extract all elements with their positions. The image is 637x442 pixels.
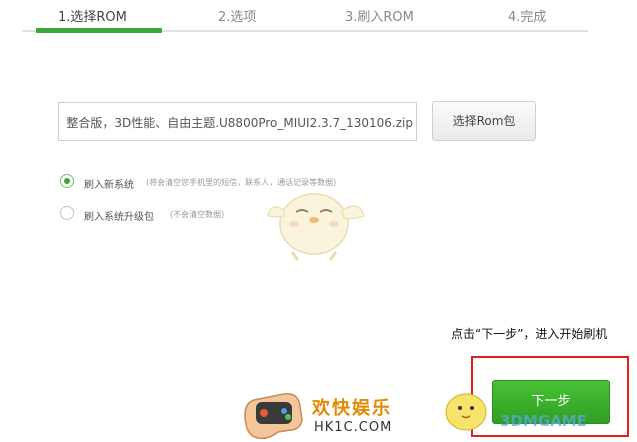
step-flash-rom[interactable]: 3.刷入ROM xyxy=(345,6,414,25)
rom-file-value: 整合版，3D性能、自由主题.U8800Pro_MIUI2.3.7_130106.… xyxy=(66,116,413,130)
watermark-text: 3DMGAME xyxy=(500,412,587,430)
rom-file-input[interactable]: 整合版，3D性能、自由主题.U8800Pro_MIUI2.3.7_130106.… xyxy=(58,102,417,141)
option-label: 刷入新系统 xyxy=(84,180,134,191)
step-active-indicator xyxy=(36,28,162,33)
step-options[interactable]: 2.选项 xyxy=(218,6,256,25)
radio-unselected[interactable] xyxy=(60,206,74,220)
step-complete[interactable]: 4.完成 xyxy=(508,6,546,25)
option-label: 刷入系统升级包 xyxy=(84,212,154,223)
step-select-rom[interactable]: 1.选择ROM xyxy=(58,6,127,25)
radio-selected[interactable] xyxy=(60,174,74,188)
mascot-small-icon xyxy=(445,393,487,431)
step-progress: 1.选择ROM 2.选项 3.刷入ROM 4.完成 xyxy=(22,0,588,34)
logo-domain-text: HK1C.COM xyxy=(314,420,393,435)
select-rom-button[interactable]: 选择Rom包 xyxy=(432,101,536,141)
option-note: (不会清空数据) xyxy=(170,210,225,219)
gamepad-hand-icon xyxy=(244,393,303,440)
mascot-icon xyxy=(267,193,365,261)
hint-text: 点击“下一步”，进入开始刷机 xyxy=(451,327,608,341)
logo-chinese-text: 欢快娱乐 xyxy=(312,398,392,419)
